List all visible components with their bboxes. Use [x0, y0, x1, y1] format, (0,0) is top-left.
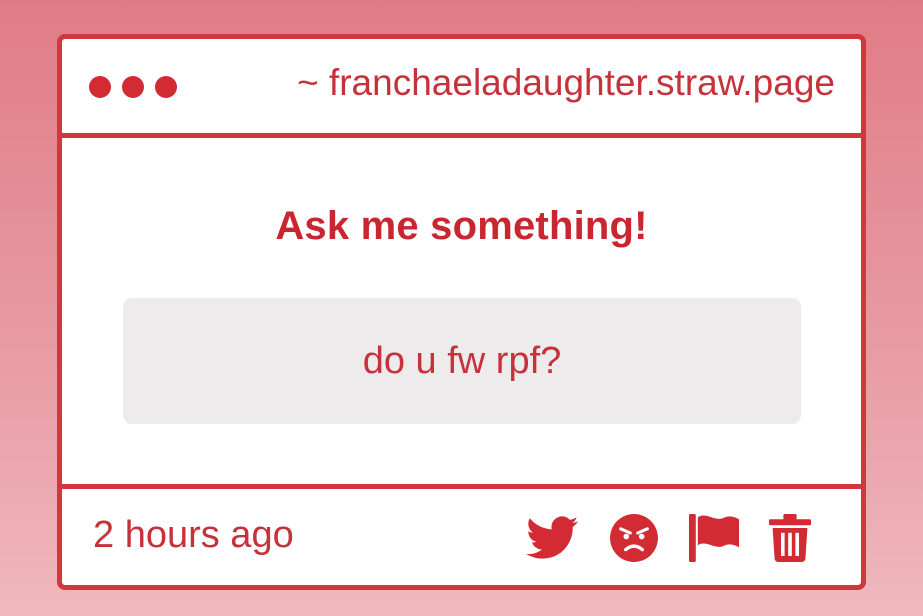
question-content: Ask me something! do u fw rpf? — [62, 138, 861, 484]
window-controls — [89, 76, 177, 98]
window-titlebar: ~ franchaeladaughter.straw.page — [62, 39, 861, 138]
window-dot — [122, 76, 144, 98]
question-text: do u fw rpf? — [362, 339, 562, 382]
question-card: ~ franchaeladaughter.straw.page Ask me s… — [57, 34, 866, 590]
window-dot — [89, 76, 111, 98]
action-icons — [527, 513, 811, 563]
question-box: do u fw rpf? — [123, 298, 801, 424]
timestamp: 2 hours ago — [93, 514, 294, 556]
flag-icon[interactable] — [689, 514, 739, 562]
twitter-icon[interactable] — [527, 516, 579, 560]
page-title: Ask me something! — [275, 204, 648, 248]
trash-icon[interactable] — [769, 514, 811, 562]
window-dot — [155, 76, 177, 98]
angry-face-icon[interactable] — [609, 513, 659, 563]
page-url: ~ franchaeladaughter.straw.page — [297, 62, 835, 103]
card-footer: 2 hours ago — [62, 484, 861, 590]
